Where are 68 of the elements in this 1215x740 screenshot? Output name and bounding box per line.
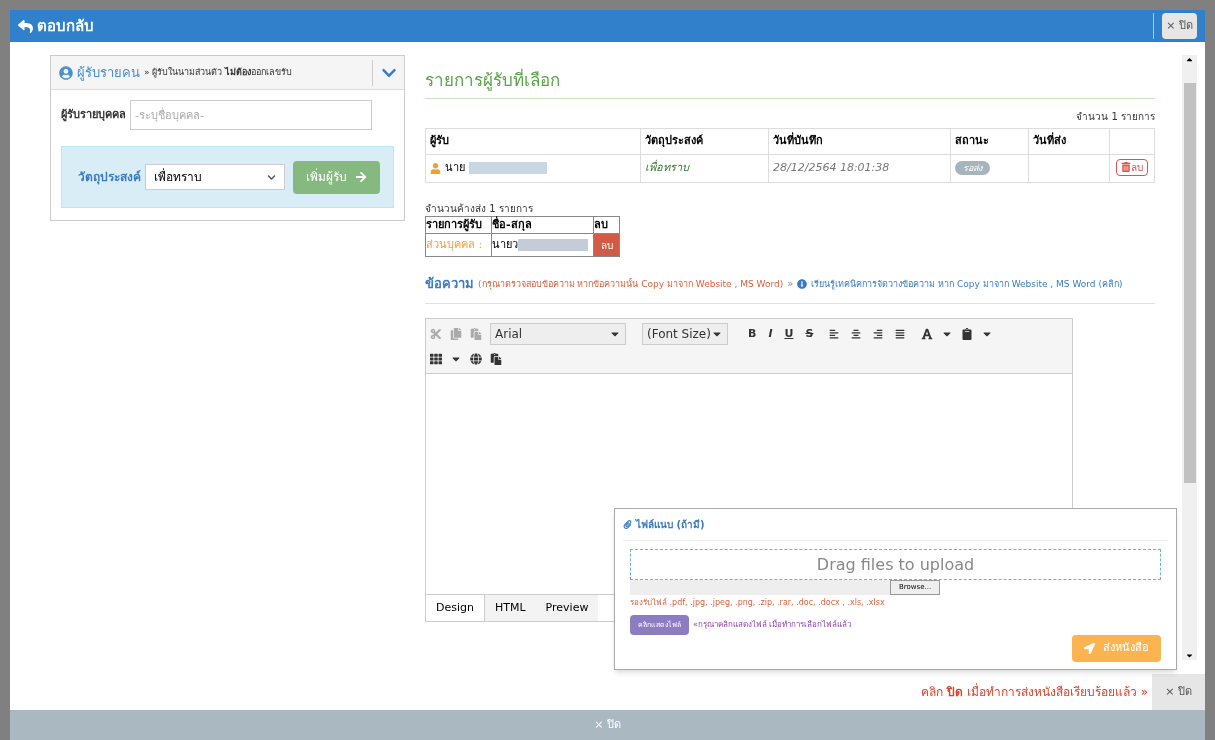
scroll-down-icon	[1185, 651, 1194, 660]
column-header: รายการผู้รับ	[425, 216, 492, 234]
show-files-hint: «กรุณาคลิกแสดงไฟล์ เมื่อทำการเลือกไฟล์แล้ว	[693, 619, 852, 631]
column-header: วัตถุประสงค์	[640, 128, 769, 154]
column-header: ชื่อ-สกุล	[491, 216, 594, 234]
editor-tab[interactable]: HTML	[485, 595, 536, 621]
panel-subtitle: » ผู้รับในนามส่วนตัว ไม่ต้องออกเลขรับ	[144, 65, 293, 80]
pending-count: จำนวนค้างส่ง 1 รายการ	[425, 201, 534, 216]
purpose-label: วัตถุประสงค์	[78, 169, 141, 186]
warning-text: (กรุณาตรวจสอบข้อความ หากข้อความนั้น Copy มาจาก Website , MS Word)	[478, 277, 784, 292]
paperclip-icon	[623, 520, 632, 529]
table-cell: 28/12/2564 18:01:38	[768, 154, 951, 182]
attachment-title: ไฟล์แนบ (ถ้ามี)	[636, 517, 705, 532]
file-field[interactable]	[630, 580, 890, 595]
editor-tab[interactable]: Preview	[535, 595, 599, 621]
copy-icon	[450, 328, 462, 340]
info-icon	[797, 279, 808, 289]
recipient-name: นาย	[445, 159, 465, 176]
text-color-icon	[921, 328, 934, 340]
reply-icon	[18, 18, 33, 34]
paste-icon	[490, 353, 502, 365]
column-header: ผู้รับ	[425, 128, 641, 154]
cut-icon	[430, 328, 442, 340]
table-cell: ส่วนบุคคล :	[425, 233, 492, 257]
align-right-icon	[873, 329, 884, 339]
send-icon	[1084, 643, 1095, 654]
item-count: จำนวน 1 รายการ	[1075, 109, 1155, 124]
globe-icon	[470, 353, 482, 365]
message-label: ข้อความ	[425, 275, 474, 293]
separator-text: »	[787, 277, 794, 291]
purpose-select[interactable]: เพื่อทราบ	[145, 164, 285, 190]
accepted-types: รองรับไฟล์ .pdf, .jpg, .jpeg, .png, .zip, .rar, .doc, .docx , .xls, .xlsx	[630, 597, 886, 609]
arrow-right-icon	[355, 171, 367, 183]
panel-title: ผู้รับรายคน	[77, 63, 140, 83]
person-field[interactable]: -ระบุชื่อบุคคล-	[130, 100, 372, 130]
reply-button[interactable]: ตอบกลับ	[18, 14, 94, 38]
align-justify-icon	[895, 329, 906, 339]
close-instruction: คลิก ปิด เมื่อทำการส่งหนังสือเรียบร้อยแล้ว »	[921, 683, 1148, 701]
table-cell: เพื่อทราบ	[640, 154, 769, 182]
format-button[interactable]: I	[768, 325, 773, 343]
column-header: สถานะ	[950, 128, 1029, 154]
section-title: รายการผู้รับที่เลือก	[425, 68, 1155, 99]
delete-button[interactable]: ลบ	[1116, 158, 1148, 176]
close-button[interactable]: × ปิด	[1162, 13, 1197, 39]
format-button[interactable]: U	[784, 325, 794, 343]
scroll-up-icon	[1185, 55, 1194, 64]
align-left-icon	[829, 329, 840, 339]
scrollbar[interactable]	[1182, 55, 1197, 660]
table-icon	[430, 353, 442, 365]
delete-button[interactable]: ลบ	[594, 234, 619, 256]
paste-icon	[470, 328, 482, 340]
help-link[interactable]: เรียนรู้เทคนิคการจัดวางข้อความ หาก Copy มาจาก Website , MS Word (คลิก)	[811, 273, 1155, 295]
format-button[interactable]: B	[748, 325, 757, 343]
font-select[interactable]: Arial	[490, 323, 626, 345]
close-button[interactable]: × ปิด	[1152, 674, 1205, 710]
font-size-select[interactable]: (Font Size)	[642, 323, 728, 345]
field-label: ผู้รับรายบุคคล	[61, 106, 126, 124]
column-header: วันที่ส่ง	[1028, 128, 1110, 154]
format-button[interactable]: S	[805, 325, 814, 343]
person-icon	[430, 162, 441, 174]
chevron-icon	[267, 172, 276, 182]
column-header: ลบ	[593, 216, 620, 234]
align-center-icon	[851, 329, 862, 339]
trash-icon	[1121, 162, 1131, 172]
column-header: วันที่บันทึก	[768, 128, 951, 154]
blurred-text	[518, 239, 588, 251]
status-badge: รอส่ง	[955, 160, 990, 175]
person-name: นายว	[492, 236, 518, 253]
